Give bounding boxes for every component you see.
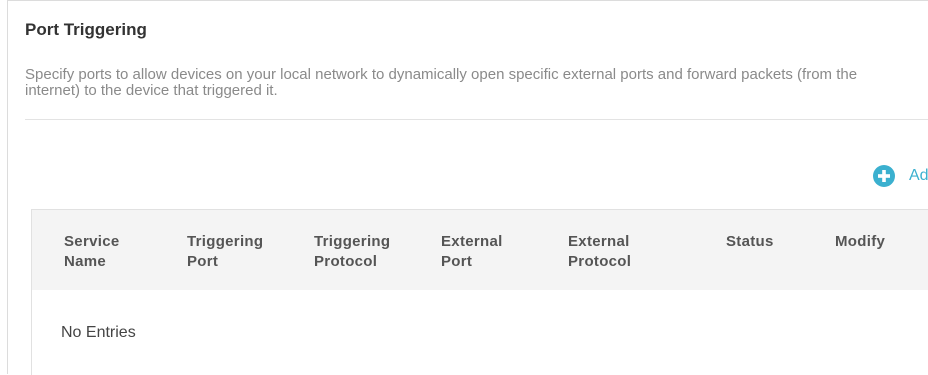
column-header-external-port: External Port: [441, 233, 503, 270]
table-header: Service Name Triggering Port Triggering Pro…: [32, 210, 928, 290]
section-divider: [25, 119, 928, 120]
plus-circle-icon: [873, 165, 895, 187]
section-title: Port Triggering: [25, 20, 147, 39]
column-header-triggering-protocol: Triggering Protocol: [314, 233, 391, 270]
port-triggering-panel: Port Triggering Specify ports to allow d…: [7, 0, 928, 375]
add-button-label: Add: [909, 167, 928, 184]
column-header-external-protocol: External Protocol: [568, 233, 632, 270]
empty-table-message: No Entries: [61, 324, 136, 341]
column-header-status: Status: [726, 233, 774, 250]
section-description: Specify ports to allow devices on your l…: [25, 66, 858, 99]
add-button[interactable]: Add: [873, 165, 928, 187]
column-header-service-name: Service Name: [64, 233, 120, 270]
column-header-modify: Modify: [835, 233, 886, 250]
port-triggering-table: Service Name Triggering Port Triggering Pro…: [31, 209, 928, 375]
column-header-triggering-port: Triggering Port: [187, 233, 264, 270]
